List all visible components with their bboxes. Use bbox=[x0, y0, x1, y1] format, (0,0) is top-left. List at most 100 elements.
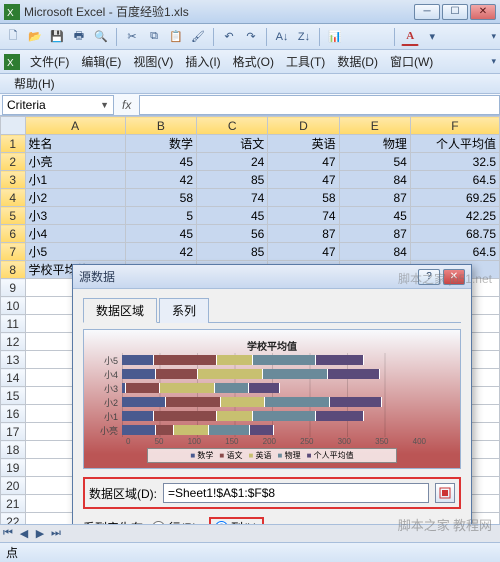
copy-icon[interactable]: ⧉ bbox=[145, 28, 163, 46]
menu-format[interactable]: 格式(O) bbox=[227, 51, 280, 72]
cell[interactable]: 74 bbox=[268, 207, 339, 225]
maximize-button[interactable]: ☐ bbox=[442, 4, 468, 20]
undo-icon[interactable]: ↶ bbox=[220, 28, 238, 46]
cell[interactable]: 42.25 bbox=[410, 207, 499, 225]
row-header[interactable]: 9 bbox=[1, 279, 26, 297]
dialog-close-button[interactable]: ✕ bbox=[443, 269, 465, 285]
row-header[interactable]: 2 bbox=[1, 153, 26, 171]
row-header[interactable]: 12 bbox=[1, 333, 26, 351]
row-header[interactable]: 16 bbox=[1, 405, 26, 423]
cell[interactable]: 87 bbox=[339, 189, 410, 207]
row-header[interactable]: 10 bbox=[1, 297, 26, 315]
menu-file[interactable]: 文件(F) bbox=[24, 51, 75, 72]
cell[interactable]: 数学 bbox=[125, 135, 196, 153]
cell[interactable]: 小5 bbox=[25, 243, 125, 261]
menu-help[interactable]: 帮助(H) bbox=[8, 73, 61, 94]
new-icon[interactable]: 🗋 bbox=[4, 28, 22, 46]
cell[interactable]: 47 bbox=[268, 171, 339, 189]
tab-nav-prev-icon[interactable]: ◀ bbox=[16, 526, 32, 542]
menu-view[interactable]: 视图(V) bbox=[127, 51, 179, 72]
cell[interactable]: 69.25 bbox=[410, 189, 499, 207]
cell[interactable]: 64.5 bbox=[410, 171, 499, 189]
fx-label[interactable]: fx bbox=[114, 98, 139, 112]
cell[interactable]: 小3 bbox=[25, 207, 125, 225]
close-button[interactable]: ✕ bbox=[470, 4, 496, 20]
cell[interactable]: 45 bbox=[125, 225, 196, 243]
row-header[interactable]: 20 bbox=[1, 477, 26, 495]
cell[interactable]: 54 bbox=[339, 153, 410, 171]
cell[interactable]: 84 bbox=[339, 171, 410, 189]
cell[interactable]: 68.75 bbox=[410, 225, 499, 243]
col-header-F[interactable]: F bbox=[410, 117, 499, 135]
chart-icon[interactable]: 📊 bbox=[326, 28, 344, 46]
cell[interactable]: 47 bbox=[268, 243, 339, 261]
tab-data-range[interactable]: 数据区域 bbox=[83, 298, 157, 323]
col-header-E[interactable]: E bbox=[339, 117, 410, 135]
cell[interactable]: 87 bbox=[339, 225, 410, 243]
cell[interactable]: 姓名 bbox=[25, 135, 125, 153]
cell[interactable]: 24 bbox=[197, 153, 268, 171]
dropdown-icon[interactable]: ▾ bbox=[423, 28, 441, 46]
name-box-dropdown-icon[interactable]: ▼ bbox=[100, 100, 109, 110]
cell[interactable]: 56 bbox=[197, 225, 268, 243]
row-header[interactable]: 18 bbox=[1, 441, 26, 459]
dialog-title-bar[interactable]: 源数据 ? ✕ bbox=[73, 265, 471, 289]
sort-desc-icon[interactable]: Z↓ bbox=[295, 28, 313, 46]
tab-nav-first-icon[interactable]: ⏮ bbox=[0, 526, 16, 542]
col-header-C[interactable]: C bbox=[197, 117, 268, 135]
print-icon[interactable]: 🖶 bbox=[70, 28, 88, 46]
cell[interactable]: 小1 bbox=[25, 171, 125, 189]
menu-data[interactable]: 数据(D) bbox=[331, 51, 384, 72]
cell[interactable]: 个人平均值 bbox=[410, 135, 499, 153]
menu-insert[interactable]: 插入(I) bbox=[179, 51, 226, 72]
cell[interactable]: 85 bbox=[197, 243, 268, 261]
row-header[interactable]: 15 bbox=[1, 387, 26, 405]
row-header[interactable]: 11 bbox=[1, 315, 26, 333]
cell[interactable]: 42 bbox=[125, 243, 196, 261]
row-header[interactable]: 17 bbox=[1, 423, 26, 441]
col-header-D[interactable]: D bbox=[268, 117, 339, 135]
cell[interactable]: 87 bbox=[268, 225, 339, 243]
minimize-button[interactable]: ─ bbox=[414, 4, 440, 20]
col-header-A[interactable]: A bbox=[25, 117, 125, 135]
row-header[interactable]: 21 bbox=[1, 495, 26, 513]
row-header[interactable]: 8 bbox=[1, 261, 26, 279]
cell[interactable]: 47 bbox=[268, 153, 339, 171]
cell[interactable]: 58 bbox=[268, 189, 339, 207]
menu-tools[interactable]: 工具(T) bbox=[280, 51, 331, 72]
cell[interactable]: 45 bbox=[339, 207, 410, 225]
range-collapse-icon[interactable] bbox=[435, 483, 455, 503]
cell[interactable]: 英语 bbox=[268, 135, 339, 153]
row-header[interactable]: 1 bbox=[1, 135, 26, 153]
cell[interactable]: 小亮 bbox=[25, 153, 125, 171]
row-header[interactable]: 19 bbox=[1, 459, 26, 477]
toolbar-overflow-icon[interactable]: ▾ bbox=[491, 31, 496, 42]
tab-series[interactable]: 系列 bbox=[159, 298, 209, 323]
cut-icon[interactable]: ✂ bbox=[123, 28, 141, 46]
paste-icon[interactable]: 📋 bbox=[167, 28, 185, 46]
cell[interactable]: 74 bbox=[197, 189, 268, 207]
cell[interactable]: 64.5 bbox=[410, 243, 499, 261]
redo-icon[interactable]: ↷ bbox=[242, 28, 260, 46]
row-header[interactable]: 3 bbox=[1, 171, 26, 189]
cell[interactable]: 语文 bbox=[197, 135, 268, 153]
format-painter-icon[interactable]: 🖌 bbox=[189, 28, 207, 46]
select-all-corner[interactable] bbox=[1, 117, 26, 135]
row-header[interactable]: 6 bbox=[1, 225, 26, 243]
col-header-B[interactable]: B bbox=[125, 117, 196, 135]
cell[interactable]: 小2 bbox=[25, 189, 125, 207]
menu-overflow-icon[interactable]: ▾ bbox=[491, 56, 496, 67]
cell[interactable]: 42 bbox=[125, 171, 196, 189]
sort-asc-icon[interactable]: A↓ bbox=[273, 28, 291, 46]
cell[interactable]: 小4 bbox=[25, 225, 125, 243]
name-box[interactable]: Criteria ▼ bbox=[2, 95, 114, 115]
font-color-icon[interactable]: A bbox=[401, 28, 419, 46]
menu-edit[interactable]: 编辑(E) bbox=[75, 51, 127, 72]
cell[interactable]: 84 bbox=[339, 243, 410, 261]
tab-nav-last-icon[interactable]: ⏭ bbox=[48, 526, 64, 542]
preview-icon[interactable]: 🔍 bbox=[92, 28, 110, 46]
tab-nav-next-icon[interactable]: ▶ bbox=[32, 526, 48, 542]
cell[interactable]: 5 bbox=[125, 207, 196, 225]
cell[interactable]: 32.5 bbox=[410, 153, 499, 171]
workbook-icon[interactable]: X bbox=[4, 54, 20, 70]
